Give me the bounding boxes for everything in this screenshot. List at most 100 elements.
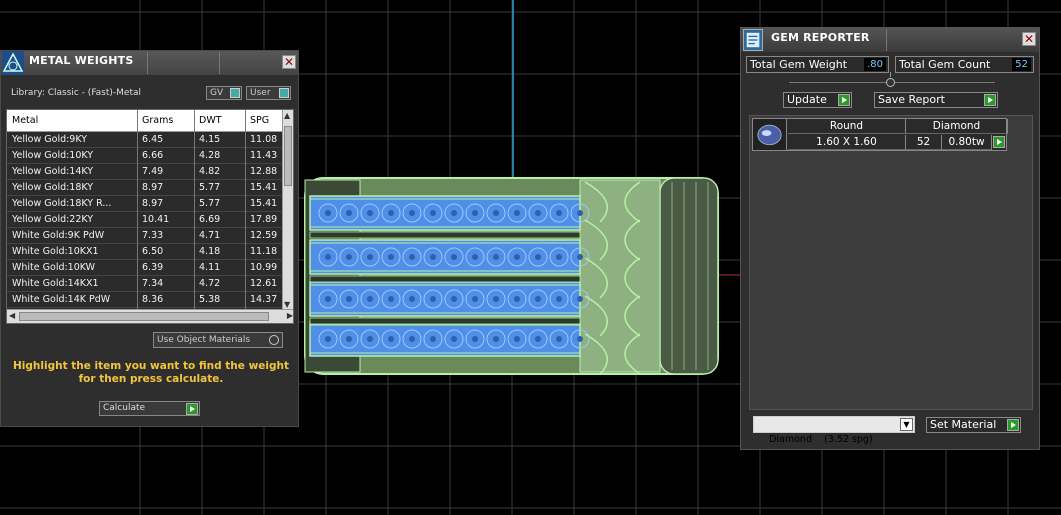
gem-reporter-titlebar[interactable]: GEM REPORTER ✕ — [741, 28, 1039, 52]
material-select-value: Diamond (3.52 spg) — [769, 434, 873, 445]
dwt-value: 4.71 — [199, 230, 221, 241]
save-report-label: Save Report — [878, 93, 945, 106]
go-arrow-icon[interactable] — [993, 136, 1005, 148]
spg-value: 11.43 — [250, 150, 278, 161]
metal-name: Yellow Gold:22KY — [12, 214, 94, 225]
col-spg[interactable]: SPG — [250, 115, 269, 126]
table-row[interactable]: White Gold:14KX1 7.34 4.72 12.61 — [7, 276, 283, 292]
gem-list-row[interactable]: Round Diamond 1.60 X 1.60 52 0.80tw — [752, 118, 1008, 151]
gem-size: 1.60 X 1.60 — [788, 135, 906, 150]
grams-value: 6.50 — [142, 246, 164, 257]
metal-name: White Gold:14K PdW — [12, 294, 111, 305]
gem-list[interactable]: Round Diamond 1.60 X 1.60 52 0.80tw — [749, 115, 1033, 410]
gem-reporter-panel: GEM REPORTER ✕ Total Gem Weight .80 Tota… — [740, 27, 1040, 450]
metal-table-vscrollbar[interactable]: ▲ ▼ — [282, 110, 293, 310]
gem-weight: 0.80tw — [942, 135, 992, 150]
total-gem-count-field: Total Gem Count 52 — [895, 56, 1034, 73]
dwt-value: 5.77 — [199, 182, 221, 193]
table-row[interactable]: Yellow Gold:22KY 10.41 6.69 17.89 — [7, 212, 283, 228]
size-slider-knob[interactable] — [886, 78, 895, 87]
grams-value: 6.45 — [142, 134, 164, 145]
dwt-value: 4.18 — [199, 246, 221, 257]
use-object-materials-toggle[interactable]: Use Object Materials — [153, 332, 283, 348]
total-gem-weight-value: .80 — [864, 58, 886, 71]
table-row[interactable]: Yellow Gold:18KY R... 8.97 5.77 15.41 — [7, 196, 283, 212]
gem-reporter-close-icon[interactable]: ✕ — [1022, 32, 1036, 46]
set-material-button[interactable]: Set Material — [926, 417, 1021, 433]
grams-value: 7.33 — [142, 230, 164, 241]
metal-name: Yellow Gold:18KY — [12, 182, 94, 193]
gv-toggle-label: GV — [210, 88, 224, 98]
spg-value: 15.41 — [250, 198, 278, 209]
dwt-value: 4.28 — [199, 150, 221, 161]
material-select[interactable]: Diamond (3.52 spg) ▼ — [753, 416, 915, 445]
dwt-value: 4.72 — [199, 278, 221, 289]
total-gem-count-label: Total Gem Count — [899, 58, 991, 71]
grams-value: 10.41 — [142, 214, 170, 225]
dropdown-arrow-icon[interactable]: ▼ — [900, 418, 913, 431]
dwt-value: 5.38 — [199, 294, 221, 305]
library-label: Library: Classic - (Fast)-Metal — [11, 88, 142, 98]
table-row[interactable]: White Gold:10KX1 6.50 4.18 11.18 — [7, 244, 283, 260]
dwt-value: 4.82 — [199, 166, 221, 177]
spg-value: 12.88 — [250, 166, 278, 177]
metal-weights-logo-icon — [2, 51, 24, 75]
spg-value: 11.18 — [250, 246, 278, 257]
instruction-text: Highlight the item you want to find the … — [13, 360, 289, 385]
metal-name: Yellow Gold:18KY R... — [12, 198, 112, 209]
grams-value: 7.34 — [142, 278, 164, 289]
metal-weights-close-icon[interactable]: ✕ — [282, 55, 296, 69]
grams-value: 6.66 — [142, 150, 164, 161]
gem-material: Diamond — [906, 119, 1008, 134]
metal-table-hscrollbar[interactable]: ◀ ▶ — [7, 309, 293, 323]
calculate-button[interactable]: Calculate — [99, 401, 200, 416]
go-arrow-icon[interactable] — [1007, 419, 1019, 431]
spg-value: 15.41 — [250, 182, 278, 193]
dwt-value: 4.15 — [199, 134, 221, 145]
table-row[interactable]: White Gold:9K PdW 7.33 4.71 12.59 — [7, 228, 283, 244]
metal-table-header: Metal Grams DWT SPG — [7, 110, 283, 132]
user-toggle[interactable]: User — [246, 86, 291, 100]
metal-table[interactable]: Metal Grams DWT SPG Yellow Gold:9KY 6.45 4… — [6, 109, 294, 324]
go-arrow-icon[interactable] — [838, 94, 850, 106]
grams-value: 8.97 — [142, 198, 164, 209]
grams-value: 7.49 — [142, 166, 164, 177]
use-object-materials-label: Use Object Materials — [157, 335, 251, 345]
table-row[interactable]: Yellow Gold:14KY 7.49 4.82 12.88 — [7, 164, 283, 180]
col-metal[interactable]: Metal — [12, 115, 38, 126]
save-report-button[interactable]: Save Report — [874, 92, 998, 108]
go-arrow-icon[interactable] — [984, 94, 996, 106]
radio-icon[interactable] — [269, 335, 279, 345]
grams-value: 8.36 — [142, 294, 164, 305]
spg-value: 12.61 — [250, 278, 278, 289]
table-row[interactable]: White Gold:10KW 6.39 4.11 10.99 — [7, 260, 283, 276]
col-dwt[interactable]: DWT — [199, 115, 222, 126]
table-row[interactable]: Yellow Gold:10KY 6.66 4.28 11.43 — [7, 148, 283, 164]
dwt-value: 5.77 — [199, 198, 221, 209]
update-button[interactable]: Update — [783, 92, 852, 108]
dwt-value: 6.69 — [199, 214, 221, 225]
go-arrow-icon[interactable] — [186, 403, 198, 415]
metal-weights-panel: METAL WEIGHTS ✕ Library: Classic - (Fast… — [0, 50, 299, 427]
metal-name: Yellow Gold:9KY — [12, 134, 88, 145]
table-row[interactable]: Yellow Gold:18KY 8.97 5.77 15.41 — [7, 180, 283, 196]
spg-value: 11.08 — [250, 134, 278, 145]
metal-name: White Gold:14KX1 — [12, 278, 99, 289]
col-grams[interactable]: Grams — [142, 115, 173, 126]
metal-name: White Gold:9K PdW — [12, 230, 105, 241]
spg-value: 10.99 — [250, 262, 278, 273]
gem-reporter-title: GEM REPORTER — [771, 31, 870, 44]
user-toggle-label: User — [250, 88, 271, 98]
spg-value: 12.59 — [250, 230, 278, 241]
metal-name: Yellow Gold:14KY — [12, 166, 94, 177]
gv-toggle[interactable]: GV — [206, 86, 242, 100]
table-row[interactable]: White Gold:14K PdW 8.36 5.38 14.37 — [7, 292, 283, 308]
gem-count: 52 — [906, 135, 942, 150]
metal-weights-titlebar[interactable]: METAL WEIGHTS ✕ — [1, 51, 298, 75]
table-row[interactable]: Yellow Gold:9KY 6.45 4.15 11.08 — [7, 132, 283, 148]
update-label: Update — [787, 93, 827, 106]
round-gem-icon — [753, 119, 787, 150]
spg-value: 14.37 — [250, 294, 278, 305]
set-material-label: Set Material — [930, 418, 997, 431]
metal-weights-title: METAL WEIGHTS — [29, 54, 134, 67]
